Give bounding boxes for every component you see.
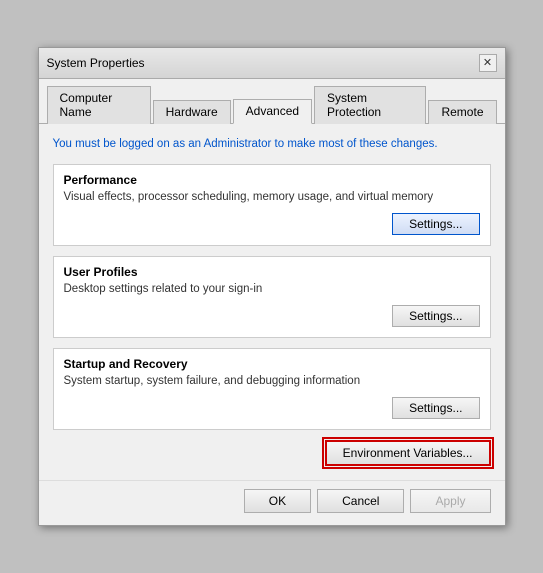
performance-title: Performance <box>64 173 480 187</box>
startup-recovery-settings-button[interactable]: Settings... <box>392 397 479 419</box>
ok-button[interactable]: OK <box>244 489 311 513</box>
apply-button[interactable]: Apply <box>410 489 490 513</box>
tab-bar: Computer Name Hardware Advanced System P… <box>39 79 505 124</box>
admin-notice: You must be logged on as an Administrato… <box>53 136 491 152</box>
tab-remote[interactable]: Remote <box>428 100 496 124</box>
environment-variables-button[interactable]: Environment Variables... <box>325 440 491 466</box>
user-profiles-section: User Profiles Desktop settings related t… <box>53 256 491 338</box>
title-bar: System Properties ✕ <box>39 48 505 79</box>
performance-section: Performance Visual effects, processor sc… <box>53 164 491 246</box>
startup-recovery-section: Startup and Recovery System startup, sys… <box>53 348 491 430</box>
user-profiles-description: Desktop settings related to your sign-in <box>64 283 480 295</box>
performance-footer: Settings... <box>64 213 480 235</box>
tab-system-protection[interactable]: System Protection <box>314 86 426 124</box>
startup-recovery-description: System startup, system failure, and debu… <box>64 375 480 387</box>
performance-description: Visual effects, processor scheduling, me… <box>64 191 480 203</box>
window-title: System Properties <box>47 56 145 70</box>
startup-recovery-footer: Settings... <box>64 397 480 419</box>
startup-recovery-title: Startup and Recovery <box>64 357 480 371</box>
environment-variables-section: Environment Variables... <box>53 440 491 466</box>
user-profiles-settings-button[interactable]: Settings... <box>392 305 479 327</box>
user-profiles-title: User Profiles <box>64 265 480 279</box>
close-button[interactable]: ✕ <box>479 54 497 72</box>
tab-computer-name[interactable]: Computer Name <box>47 86 151 124</box>
performance-settings-button[interactable]: Settings... <box>392 213 479 235</box>
system-properties-dialog: System Properties ✕ Computer Name Hardwa… <box>38 47 506 526</box>
cancel-button[interactable]: Cancel <box>317 489 404 513</box>
tab-advanced[interactable]: Advanced <box>233 99 312 124</box>
tab-hardware[interactable]: Hardware <box>153 100 231 124</box>
user-profiles-footer: Settings... <box>64 305 480 327</box>
tab-content: You must be logged on as an Administrato… <box>39 124 505 476</box>
dialog-footer: OK Cancel Apply <box>39 480 505 525</box>
